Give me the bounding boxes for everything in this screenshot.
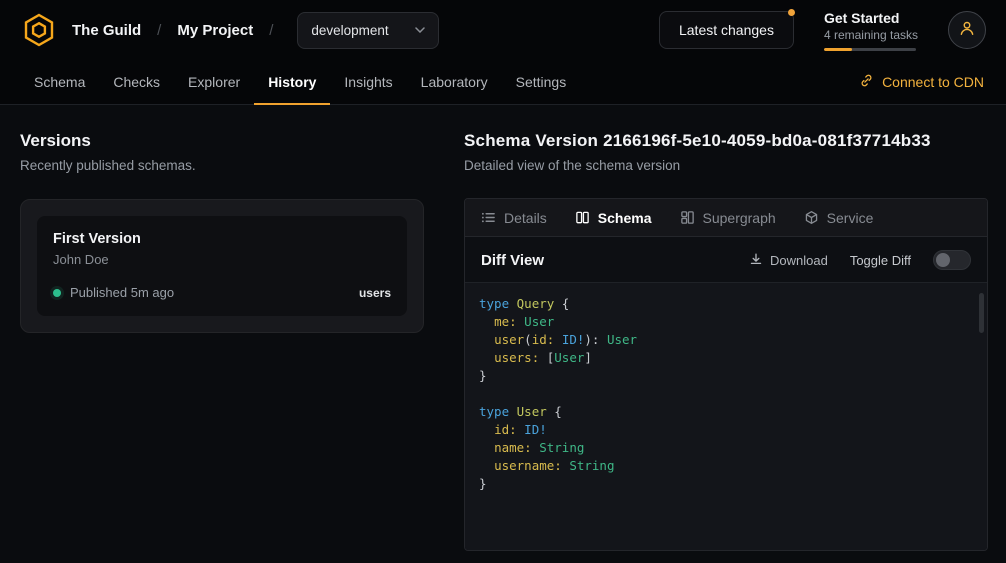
- breadcrumb-org[interactable]: The Guild: [72, 22, 141, 39]
- detail-tab-label: Service: [827, 210, 874, 226]
- service-icon: [804, 210, 819, 225]
- breadcrumb-project[interactable]: My Project: [177, 22, 253, 39]
- target-select-value: development: [311, 23, 388, 38]
- breadcrumb-separator: /: [269, 22, 273, 39]
- tab-explorer[interactable]: Explorer: [174, 60, 254, 105]
- detail-tab-label: Details: [504, 210, 547, 226]
- scrollbar-thumb[interactable]: [979, 293, 984, 333]
- published-dot-icon: [53, 289, 61, 297]
- user-icon: [957, 18, 977, 43]
- supergraph-icon: [680, 210, 695, 225]
- progress-fill: [824, 48, 852, 51]
- connect-to-cdn-button[interactable]: Connect to CDN: [859, 60, 986, 104]
- tab-history[interactable]: History: [254, 60, 330, 105]
- code-line: id: ID!: [479, 421, 969, 439]
- get-started-progress: [824, 48, 916, 51]
- top-bar: The Guild / My Project / development Lat…: [0, 0, 1006, 60]
- get-started-tasks: 4 remaining tasks: [824, 28, 918, 42]
- top-bar-right: Latest changes Get Started 4 remaining t…: [659, 10, 986, 51]
- code-line: users: [User]: [479, 349, 969, 367]
- code-line: }: [479, 475, 969, 493]
- main-content: Versions Recently published schemas. Fir…: [0, 105, 1006, 551]
- code-line: user(id: ID!): User: [479, 331, 969, 349]
- download-button[interactable]: Download: [749, 252, 828, 269]
- version-panel: Details Schema Supergraph Service Diff View…: [464, 198, 988, 551]
- get-started-widget[interactable]: Get Started 4 remaining tasks: [824, 10, 918, 51]
- detail-tab-schema[interactable]: Schema: [575, 210, 652, 226]
- list-icon: [481, 210, 496, 225]
- connect-to-cdn-label: Connect to CDN: [882, 74, 984, 90]
- chevron-down-icon: [415, 27, 425, 33]
- link-icon: [859, 73, 874, 91]
- hive-logo-icon[interactable]: [20, 11, 58, 49]
- tab-checks[interactable]: Checks: [99, 60, 174, 105]
- code-line: type Query {: [479, 295, 969, 313]
- version-status: Published 5m ago: [70, 285, 174, 300]
- schema-version-title: Schema Version 2166196f-5e10-4059-bd0a-0…: [464, 131, 988, 151]
- diff-actions: Download Toggle Diff: [749, 250, 971, 270]
- tab-laboratory[interactable]: Laboratory: [407, 60, 502, 105]
- versions-column: Versions Recently published schemas. Fir…: [0, 105, 444, 551]
- version-detail-column: Schema Version 2166196f-5e10-4059-bd0a-0…: [444, 105, 1006, 551]
- versions-title: Versions: [20, 131, 424, 151]
- nav-tabs: SchemaChecksExplorerHistoryInsightsLabor…: [20, 60, 580, 104]
- user-avatar[interactable]: [948, 11, 986, 49]
- schema-code-block: type Query { me: User user(id: ID!): Use…: [465, 282, 987, 550]
- project-nav: SchemaChecksExplorerHistoryInsightsLabor…: [0, 60, 1006, 105]
- detail-tab-service[interactable]: Service: [804, 210, 874, 226]
- detail-tab-label: Supergraph: [703, 210, 776, 226]
- toggle-diff-label: Toggle Diff: [850, 253, 911, 268]
- target-select[interactable]: development: [297, 12, 438, 49]
- version-author: John Doe: [53, 252, 391, 267]
- latest-changes-button[interactable]: Latest changes: [659, 11, 794, 49]
- detail-tab-label: Schema: [598, 210, 652, 226]
- breadcrumb-separator: /: [157, 22, 161, 39]
- version-status-row: Published 5m ago users: [53, 285, 391, 300]
- toggle-diff-switch[interactable]: [933, 250, 971, 270]
- diff-view-title: Diff View: [481, 252, 544, 269]
- code-line: }: [479, 367, 969, 385]
- version-list-item[interactable]: First Version John Doe Published 5m ago …: [37, 216, 407, 316]
- tab-settings[interactable]: Settings: [502, 60, 581, 105]
- detail-tab-supergraph[interactable]: Supergraph: [680, 210, 776, 226]
- detail-tab-details[interactable]: Details: [481, 210, 547, 226]
- code-line: [479, 385, 969, 403]
- detail-tabs: Details Schema Supergraph Service: [465, 199, 987, 237]
- get-started-title: Get Started: [824, 10, 918, 26]
- diff-view-header: Diff View Download Toggle Diff: [465, 237, 987, 282]
- graphql-sdl: type Query { me: User user(id: ID!): Use…: [479, 295, 969, 493]
- download-label: Download: [770, 253, 828, 268]
- tab-insights[interactable]: Insights: [330, 60, 406, 105]
- code-line: type User {: [479, 403, 969, 421]
- schema-version-subtitle: Detailed view of the schema version: [464, 158, 988, 173]
- toggle-knob: [936, 253, 950, 267]
- service-badge: users: [359, 286, 391, 300]
- versions-card: First Version John Doe Published 5m ago …: [20, 199, 424, 333]
- tab-schema[interactable]: Schema: [20, 60, 99, 105]
- versions-subtitle: Recently published schemas.: [20, 158, 424, 173]
- code-line: username: String: [479, 457, 969, 475]
- code-line: me: User: [479, 313, 969, 331]
- version-name: First Version: [53, 231, 391, 247]
- app-window: The Guild / My Project / development Lat…: [0, 0, 1006, 563]
- schema-icon: [575, 210, 590, 225]
- download-icon: [749, 252, 763, 269]
- code-line: name: String: [479, 439, 969, 457]
